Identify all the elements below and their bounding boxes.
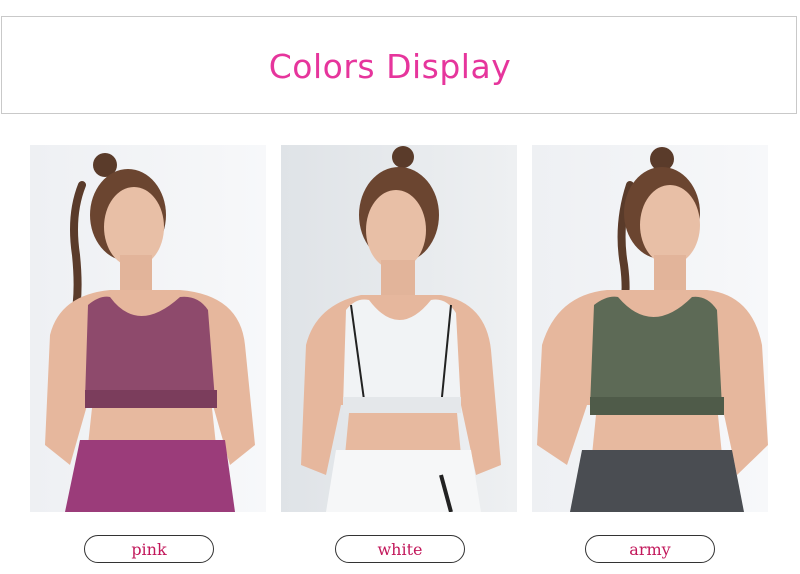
color-label: army [629,539,671,559]
product-photo-white[interactable] [281,145,517,512]
title-banner: Colors Display [1,16,797,114]
product-photo-army[interactable] [532,145,768,512]
color-option-white[interactable]: white [335,535,465,563]
color-label: white [377,539,423,559]
page-title: Colors Display [268,46,512,86]
color-option-army[interactable]: army [585,535,715,563]
color-label: pink [131,539,167,559]
product-photo-pink[interactable] [30,145,266,512]
color-option-pink[interactable]: pink [84,535,214,563]
